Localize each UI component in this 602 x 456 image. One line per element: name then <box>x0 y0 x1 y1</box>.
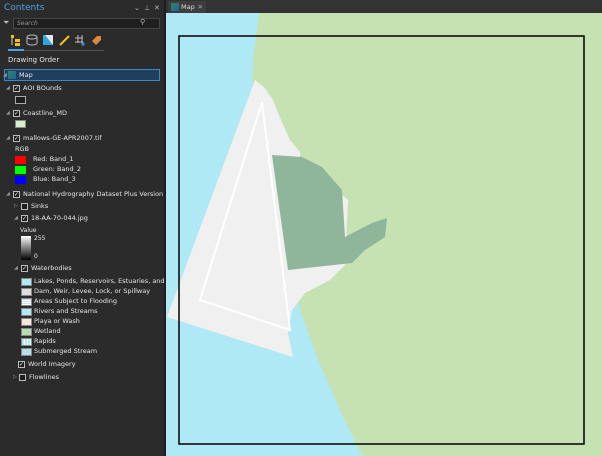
snapping-icon[interactable] <box>74 34 86 46</box>
expand-icon[interactable]: ◢ <box>6 83 10 94</box>
visibility-checkbox[interactable]: ✓ <box>13 110 20 117</box>
data-source-icon[interactable] <box>26 34 38 46</box>
pin-icon[interactable]: ⊥ <box>144 4 150 12</box>
layer-map[interactable]: ◢ Map <box>3 69 160 81</box>
visibility-checkbox[interactable]: ✓ <box>13 135 20 142</box>
map-icon <box>171 3 179 11</box>
close-tab-icon[interactable]: ✕ <box>198 1 203 13</box>
expand-icon[interactable]: ◢ <box>6 189 10 200</box>
coastline-symbol[interactable] <box>15 120 26 128</box>
wetland-swatch <box>21 328 32 336</box>
labeling-icon[interactable] <box>90 34 102 46</box>
drawing-order-heading: Drawing Order <box>8 56 60 64</box>
visibility-checkbox[interactable] <box>21 203 28 210</box>
rgb-label: RGB <box>15 145 30 153</box>
search-icon[interactable]: ⚲ <box>140 18 145 26</box>
pane-title: Contents <box>4 3 45 13</box>
map-canvas[interactable] <box>166 13 602 456</box>
layer-label: Flowlines <box>29 373 59 381</box>
layer-label: Coastline_MD <box>23 109 68 117</box>
ramp-max: 255 <box>34 235 46 242</box>
collapse-icon[interactable]: ▷ <box>14 201 18 212</box>
expand-icon[interactable]: ◢ <box>14 213 18 224</box>
active-tab-indicator <box>8 49 24 51</box>
playa-swatch <box>21 318 32 326</box>
tab-label: Map <box>181 3 195 11</box>
grayscale-ramp <box>21 236 31 260</box>
options-chevron-icon[interactable]: ⌄ <box>134 4 140 12</box>
rivers-swatch <box>21 308 32 316</box>
tab-bar: Map ✕ <box>166 0 602 13</box>
drawing-order-icon[interactable] <box>10 34 22 46</box>
visibility-checkbox[interactable]: ✓ <box>18 361 25 368</box>
visibility-checkbox[interactable]: ✓ <box>13 191 20 198</box>
search-input[interactable]: Search <box>13 18 160 29</box>
ramp-min: 0 <box>34 253 38 260</box>
collapse-icon[interactable]: ▷ <box>13 372 17 383</box>
layer-label: AOI BOunds <box>23 84 62 92</box>
expand-icon[interactable]: ◢ <box>6 108 10 119</box>
visibility-checkbox[interactable]: ✓ <box>13 85 20 92</box>
close-icon[interactable]: ✕ <box>154 4 160 12</box>
layer-label: Sinks <box>31 202 49 210</box>
green-swatch <box>15 166 26 174</box>
edit-pencil-icon[interactable] <box>58 34 70 46</box>
legend-label: Submerged Stream <box>34 347 98 355</box>
tab-map[interactable]: Map ✕ <box>168 1 206 13</box>
visibility-checkbox[interactable]: ✓ <box>21 215 28 222</box>
visibility-checkbox[interactable] <box>19 374 26 381</box>
layer-label: Map <box>19 71 33 79</box>
expand-icon[interactable]: ◢ <box>6 133 10 144</box>
rapids-swatch <box>21 338 32 346</box>
layer-label: mallows-GE-APR2007.tif <box>23 134 102 142</box>
submerged-swatch <box>21 348 32 356</box>
filter-icon[interactable]: ⏷ <box>3 18 9 28</box>
layer-label: National Hydrography Dataset Plus Versio… <box>23 190 176 198</box>
flooding-swatch <box>21 298 32 306</box>
layer-label: Waterbodies <box>31 264 72 272</box>
layer-label: World Imagery <box>28 360 76 368</box>
selection-icon[interactable] <box>42 34 54 46</box>
divider <box>24 50 104 51</box>
lakes-swatch <box>21 278 32 286</box>
map-icon <box>8 71 16 79</box>
visibility-checkbox[interactable]: ✓ <box>21 265 28 272</box>
blue-swatch <box>15 176 26 184</box>
map-view[interactable]: Map ✕ <box>166 0 602 456</box>
expand-icon[interactable]: ◢ <box>3 70 7 81</box>
red-swatch <box>15 156 26 164</box>
dam-swatch <box>21 288 32 296</box>
expand-icon[interactable]: ◢ <box>14 263 18 274</box>
layer-label: 18-AA-70-044.jpg <box>31 214 88 222</box>
band-label: Blue: Band_3 <box>33 175 76 183</box>
aoi-symbol[interactable] <box>15 96 26 104</box>
contents-pane: Contents ⌄ ⊥ ✕ ⏷ Search ⚲ Drawing Order … <box>0 0 190 456</box>
